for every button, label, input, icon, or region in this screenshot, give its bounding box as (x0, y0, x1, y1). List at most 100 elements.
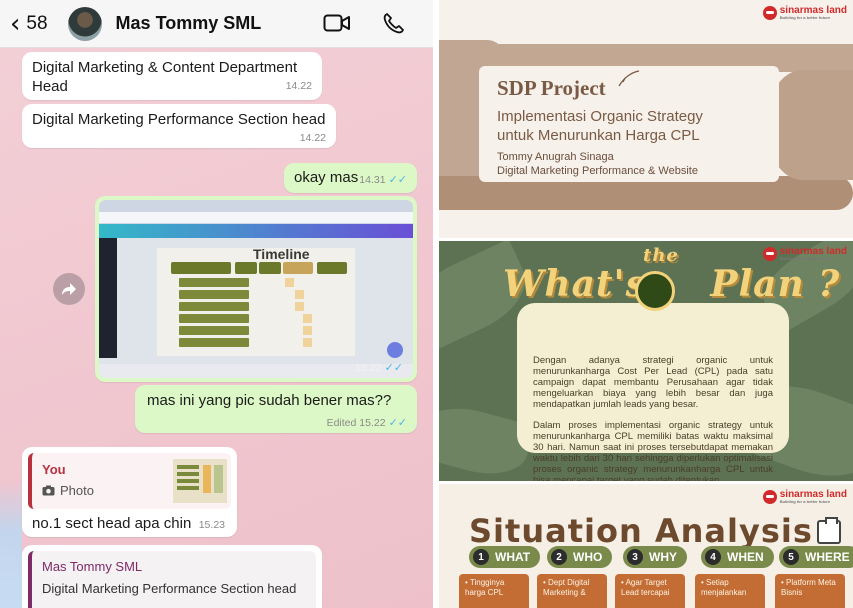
pill-who: 2 WHO (547, 546, 613, 568)
plan-dot-decoration (635, 271, 675, 311)
avatar[interactable] (67, 6, 102, 41)
quoted-content: Photo (42, 483, 94, 498)
timeline-cell (295, 302, 304, 311)
slide-situation[interactable]: sinarmas land Building for a better futur… (439, 484, 853, 608)
browser-tabs (99, 200, 413, 212)
quoted-reply[interactable]: You Photo (28, 453, 231, 509)
slide-author: Tommy Anugrah Sinaga Digital Marketing P… (497, 150, 698, 178)
plan-paragraph: Dengan adanya strategi organic untuk men… (533, 355, 773, 410)
clipboard-icon (817, 517, 841, 544)
message-time: 14.31 (359, 174, 386, 186)
brand-logo: sinarmas land Building for a better futur… (762, 6, 847, 20)
pill-label: WHO (573, 550, 603, 564)
message-bubble-incoming[interactable]: Mas Tommy SML Digital Marketing Performa… (22, 545, 322, 608)
back-button[interactable]: ‹ 58 (10, 11, 48, 37)
message-text: no.1 sect head apa chin (32, 515, 192, 532)
timeline-header-start (235, 262, 257, 274)
slide-title[interactable]: sinarmas land Building for a better futur… (439, 0, 853, 238)
message-bubble-outgoing[interactable]: mas ini yang pic sudah bener mas?? Edite… (135, 385, 417, 433)
slide-plan[interactable]: sinarmas land Building for a better futur… (439, 241, 853, 481)
pill-why: 3 WHY (623, 546, 687, 568)
message-bubble-incoming[interactable]: Digital Marketing Performance Section he… (22, 104, 336, 148)
editor-sidebar (99, 238, 117, 358)
chat-header: ‹ 58 Mas Tommy SML (0, 0, 433, 48)
pill-when: 4 WHEN (701, 546, 774, 568)
brand-tagline: Building for a better future (779, 15, 831, 20)
screenshot-image[interactable]: Timeline (99, 200, 413, 378)
camera-icon (42, 485, 55, 496)
phone-call-icon[interactable] (381, 12, 405, 36)
message-bubble-incoming[interactable]: Digital Marketing & Content Department H… (22, 52, 322, 100)
timeline-row (179, 278, 249, 287)
chat-panel: ‹ 58 Mas Tommy SML Digital Marketing & C… (0, 0, 433, 608)
brand-tagline: Building for a better future (779, 499, 831, 504)
message-bubble-incoming[interactable]: You Photo no.1 sect head apa chin 15.23 (22, 447, 237, 537)
message-meta: Edited 15.22 ✓✓ (327, 416, 407, 429)
plan-title-the: the (643, 245, 679, 266)
timeline-cell (303, 326, 312, 335)
pill-number: 5 (783, 549, 799, 565)
situation-box: • Agar Target Lead tercapai (615, 574, 685, 608)
pill-label: WHERE (805, 550, 850, 564)
quoted-reply[interactable]: Mas Tommy SML Digital Marketing Performa… (28, 551, 316, 608)
pill-number: 1 (473, 549, 489, 565)
quoted-content: Digital Marketing Performance Section he… (42, 581, 297, 596)
pill-what: 1 WHAT (469, 546, 541, 568)
pill-number: 3 (627, 549, 643, 565)
brand-tagline: Building for a better future (779, 256, 831, 261)
editor-toolbar (99, 224, 413, 238)
slide-subtitle: Implementasi Organic Strategy untuk Menu… (497, 107, 703, 145)
timeline-cell (303, 314, 312, 323)
timeline-row (179, 326, 249, 335)
sinarmas-logo-icon (762, 6, 777, 20)
message-meta: 14.31 ✓✓ (359, 173, 407, 186)
message-bubble-outgoing[interactable]: okay mas 14.31 ✓✓ (284, 163, 417, 193)
timeline-header-end (259, 262, 281, 274)
subtitle-line: Implementasi Organic Strategy (497, 108, 703, 125)
situation-box: • Tingginya harga CPL (459, 574, 529, 608)
pill-label: WHEN (727, 550, 764, 564)
message-time: 14.22 (299, 132, 326, 144)
author-name: Tommy Anugrah Sinaga (497, 151, 614, 163)
read-ticks-icon: ✓✓ (388, 174, 407, 186)
quoted-content-label: Photo (60, 483, 94, 498)
timeline-row (179, 314, 249, 323)
brand-logo: sinarmas land Building for a better futur… (762, 247, 847, 261)
brand-text: sinarmas land Building for a better futur… (780, 247, 847, 261)
timeline-header-activity (171, 262, 231, 274)
sinarmas-logo-icon (762, 490, 777, 504)
message-time: 14.22 (285, 80, 312, 92)
contact-name[interactable]: Mas Tommy SML (116, 13, 262, 34)
plan-title-b: Plan ? (710, 263, 841, 305)
sinarmas-logo-icon (762, 247, 777, 261)
brand-text: sinarmas land Building for a better futur… (780, 490, 847, 504)
timeline-header-pic (317, 262, 347, 274)
message-text: mas ini yang pic sudah bener mas?? (147, 392, 392, 409)
quoted-author: You (42, 462, 66, 477)
unread-count: 58 (26, 12, 48, 34)
author-role: Digital Marketing Performance & Website (497, 165, 698, 177)
timeline-row (179, 338, 249, 347)
plan-card: Dengan adanya strategi organic untuk men… (517, 303, 789, 481)
timeline-row (179, 302, 249, 311)
brush-stroke (769, 70, 853, 180)
timeline-cell (285, 278, 294, 287)
plan-title-a: What's (503, 263, 647, 305)
timeline-canvas: Timeline (157, 246, 355, 356)
situation-title: Situation Analysis (469, 512, 813, 550)
message-meta: 15.22 ✓✓ (355, 361, 403, 374)
message-text: okay mas (294, 169, 359, 186)
message-text: Digital Marketing & Content Department H… (32, 59, 298, 95)
forward-icon (62, 283, 76, 295)
play-button[interactable] (387, 342, 403, 358)
edge-shade (0, 480, 22, 608)
quoted-thumbnail (173, 459, 227, 503)
browser-url-bar (99, 212, 413, 224)
video-call-icon[interactable] (323, 12, 351, 34)
situation-box: • Dept Digital Marketing & (537, 574, 607, 608)
pill-number: 4 (705, 549, 721, 565)
forward-button[interactable] (53, 273, 85, 305)
plan-paragraph: Dalam proses implementasi organic strate… (533, 420, 773, 481)
image-message[interactable]: Timeline 15.22 ✓✓ (95, 196, 417, 382)
message-time: Edited 15.22 (326, 417, 386, 429)
